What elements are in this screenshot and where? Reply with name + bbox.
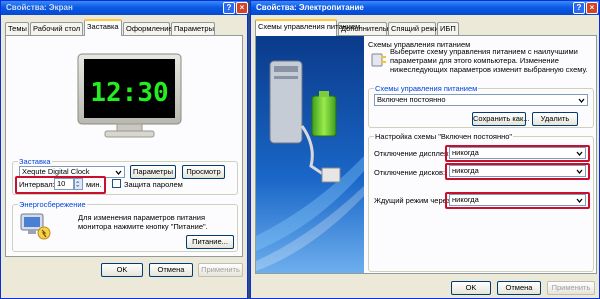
preview-clock: 12:30 [90, 78, 168, 108]
tab-hibernate[interactable]: Спящий режим [388, 22, 444, 35]
tab-power-schemes[interactable]: Схемы управления питанием [255, 19, 360, 36]
disks-off-value: никогда [452, 166, 479, 175]
disks-off-select[interactable]: никогда [449, 165, 586, 177]
password-label: Защита паролем [124, 180, 183, 189]
tab-screensaver[interactable]: Заставка [84, 19, 122, 36]
settings-button[interactable]: Параметры [130, 165, 176, 179]
help-icon[interactable]: ? [223, 2, 235, 14]
window-title: Свойства: Экран [6, 3, 73, 12]
power-button[interactable]: Питание... [186, 235, 234, 249]
password-checkbox[interactable] [112, 179, 121, 188]
chevron-down-icon [578, 98, 585, 104]
plug-icon [371, 53, 386, 67]
screensaver-select-value: Xequte Digital Clock [22, 167, 90, 176]
disks-off-label: Отключение дисков: [374, 168, 446, 177]
ok-button[interactable]: OK [451, 281, 491, 295]
interval-unit: мин. [86, 180, 102, 189]
monitor-preview: 12:30 [77, 53, 182, 138]
power-options-window: Свойства: Электропитание ? × Схемы управ… [250, 0, 600, 299]
power-illustration [256, 36, 364, 273]
cancel-button[interactable]: Отмена [149, 263, 193, 277]
display-properties-window: Свойства: Экран ? × Темы Рабочий стол За… [0, 0, 248, 299]
standby-label: Ждущий режим через: [374, 196, 453, 205]
tab-panel: 12:30 Заставка Xequte Digital Clock Пара… [5, 35, 243, 257]
help-icon[interactable]: ? [573, 2, 585, 14]
close-icon[interactable]: × [586, 2, 598, 14]
energy-monitor-icon [20, 213, 51, 240]
window-title: Свойства: Электропитание [256, 3, 364, 12]
standby-select[interactable]: никогда [449, 194, 586, 206]
schemes-description: Выберите схему управления питанием с наи… [390, 47, 588, 74]
tab-panel: Схемы управления питанием Выберите схему… [255, 35, 597, 274]
scheme-settings-title: Настройка схемы "Включен постоянно" [374, 132, 514, 141]
screensaver-group-title: Заставка [18, 157, 52, 166]
title-bar[interactable]: Свойства: Электропитание ? × [251, 1, 599, 15]
display-off-label: Отключение дисплея: [374, 149, 451, 158]
schemes-group-title: Схемы управления питанием [374, 84, 479, 93]
tab-desktop[interactable]: Рабочий стол [30, 22, 83, 35]
apply-button[interactable]: Применить [547, 281, 595, 295]
save-as-button[interactable]: Сохранить как... [472, 112, 530, 126]
scheme-select-value: Включен постоянно [377, 95, 446, 104]
tab-settings[interactable]: Параметры [171, 22, 215, 35]
chevron-down-icon [576, 151, 583, 157]
interval-spinner[interactable] [74, 178, 83, 190]
chevron-down-icon [576, 198, 583, 204]
close-icon[interactable]: × [236, 2, 248, 14]
ok-button[interactable]: OK [101, 263, 143, 277]
chevron-down-icon [576, 169, 583, 175]
standby-value: никогда [452, 195, 479, 204]
apply-button[interactable]: Применить [198, 263, 243, 277]
title-bar[interactable]: Свойства: Экран ? × [1, 1, 248, 15]
cancel-button[interactable]: Отмена [497, 281, 541, 295]
spinner-arrows-icon [76, 181, 80, 187]
delete-button[interactable]: Удалить [532, 112, 578, 126]
interval-input[interactable]: 10 [54, 178, 74, 190]
interval-value: 10 [57, 179, 66, 188]
tab-ups[interactable]: ИБП [437, 22, 459, 35]
display-off-value: никогда [452, 148, 479, 157]
preview-button[interactable]: Просмотр [182, 165, 225, 179]
chevron-down-icon [115, 170, 122, 176]
tab-appearance[interactable]: Оформление [123, 22, 173, 35]
tab-themes[interactable]: Темы [5, 22, 29, 35]
display-off-select[interactable]: никогда [449, 147, 586, 159]
scheme-select[interactable]: Включен постоянно [374, 94, 588, 106]
power-group-title: Энергосбережение [18, 200, 87, 209]
power-description: Для изменения параметров питания монитор… [78, 213, 208, 231]
interval-label: Интервал: [19, 180, 55, 189]
